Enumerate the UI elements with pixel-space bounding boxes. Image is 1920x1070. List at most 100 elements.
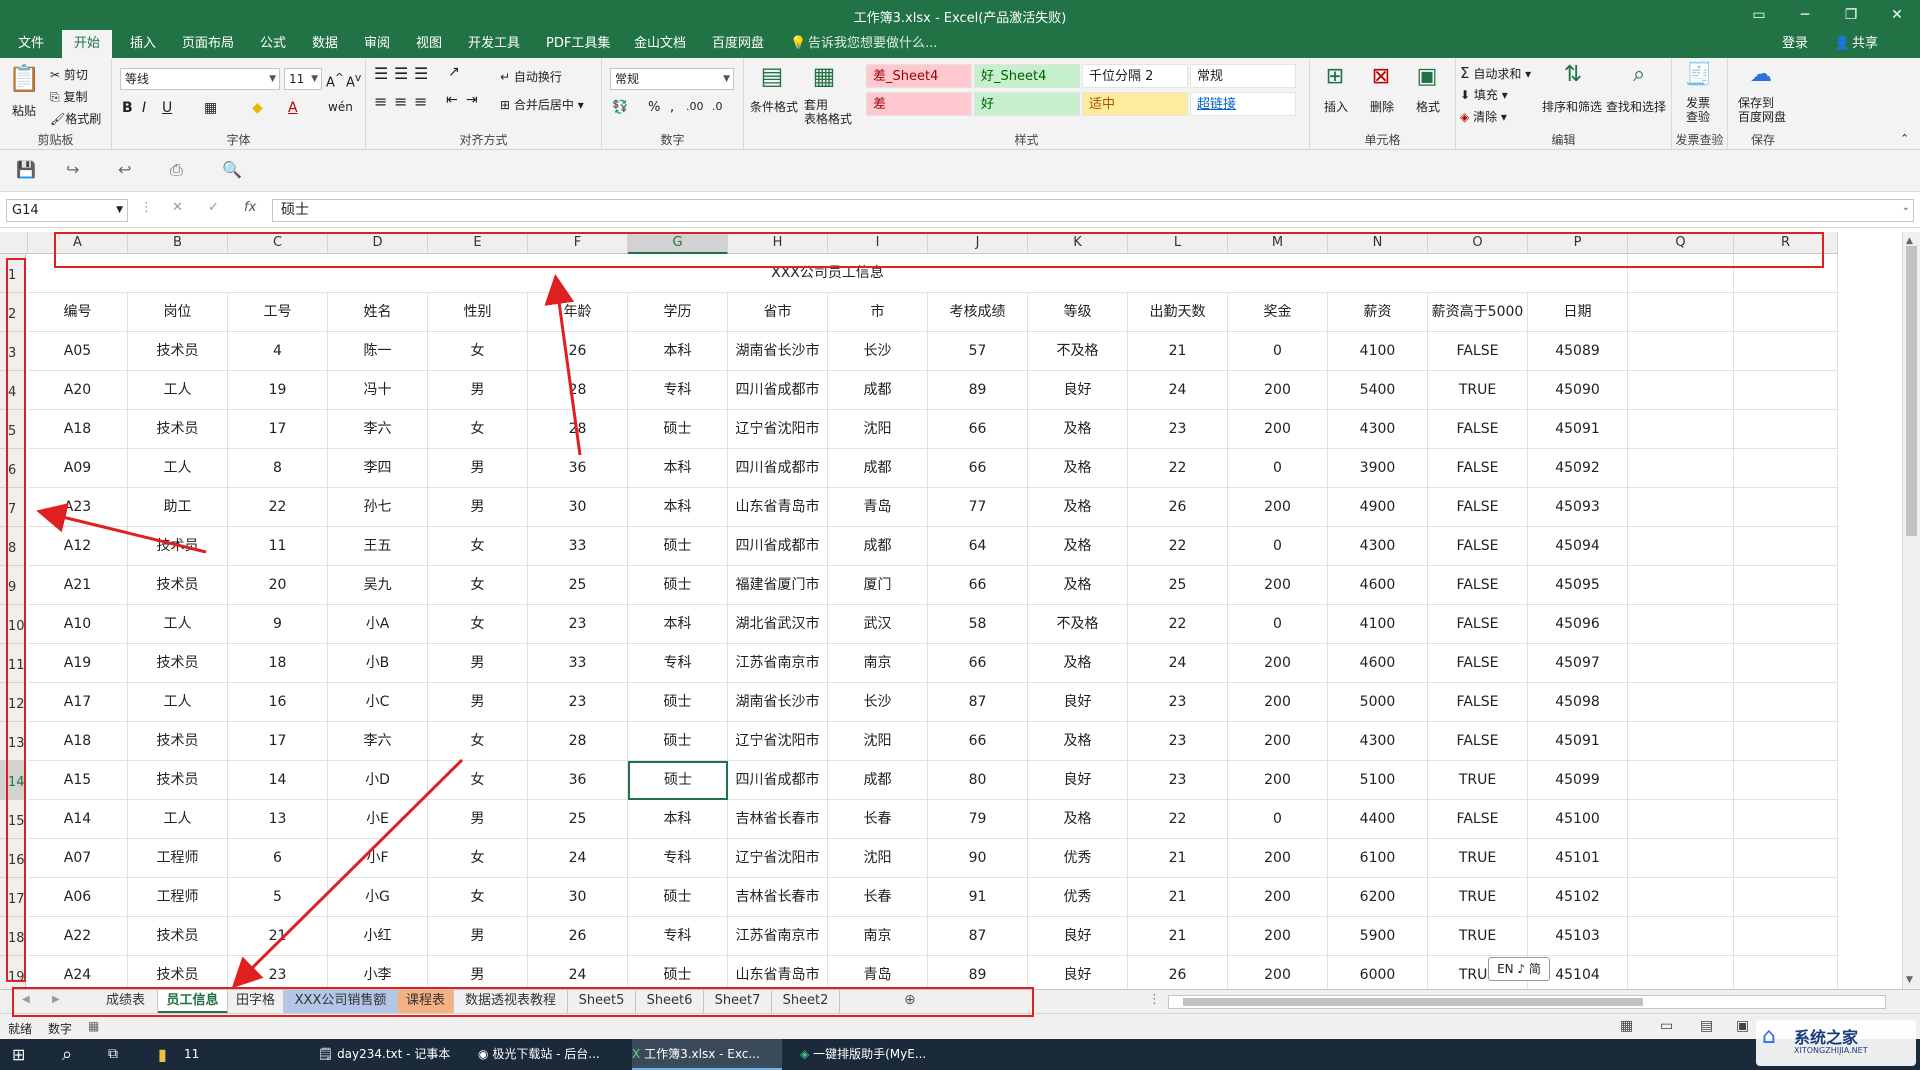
table-cell[interactable]: 26 (1128, 488, 1228, 527)
table-cell[interactable]: 4400 (1328, 800, 1428, 839)
cell[interactable] (1628, 683, 1734, 722)
table-cell[interactable]: 36 (528, 761, 628, 800)
table-cell[interactable]: 45093 (1528, 488, 1628, 527)
table-cell[interactable]: 17 (228, 410, 328, 449)
tab-wps-docs[interactable]: 金山文档 (622, 30, 698, 58)
table-cell[interactable]: 及格 (1028, 488, 1128, 527)
table-cell[interactable]: 成都 (828, 449, 928, 488)
table-cell[interactable]: 女 (428, 527, 528, 566)
table-cell[interactable]: 23 (228, 956, 328, 989)
table-cell[interactable]: 技术员 (128, 566, 228, 605)
table-header-cell[interactable]: 考核成绩 (928, 293, 1028, 332)
table-cell[interactable]: 66 (928, 566, 1028, 605)
cell[interactable] (1628, 566, 1734, 605)
table-cell[interactable]: 23 (528, 683, 628, 722)
table-cell[interactable]: 不及格 (1028, 605, 1128, 644)
table-cell[interactable]: 李四 (328, 449, 428, 488)
table-cell[interactable]: 200 (1228, 683, 1328, 722)
table-cell[interactable]: 技术员 (128, 527, 228, 566)
table-cell[interactable]: 湖北省武汉市 (728, 605, 828, 644)
cell[interactable] (1734, 488, 1838, 527)
login-link[interactable]: 登录 (1782, 30, 1808, 58)
table-cell[interactable]: 25 (528, 566, 628, 605)
table-header-cell[interactable]: 薪资 (1328, 293, 1428, 332)
table-cell[interactable]: 45098 (1528, 683, 1628, 722)
scroll-up-icon[interactable]: ▲ (1906, 236, 1913, 246)
table-cell[interactable]: 长春 (828, 878, 928, 917)
align-bottom-icon[interactable]: ☰ (414, 64, 428, 83)
cancel-icon[interactable]: ✕ (172, 200, 183, 215)
table-cell[interactable]: 0 (1228, 449, 1328, 488)
format-button[interactable]: 格式 (1416, 98, 1440, 115)
table-cell[interactable]: 技术员 (128, 722, 228, 761)
table-cell[interactable]: 22 (1128, 605, 1228, 644)
table-cell[interactable]: 小A (328, 605, 428, 644)
table-cell[interactable]: 11 (228, 527, 328, 566)
table-cell[interactable]: A23 (28, 488, 128, 527)
table-cell[interactable]: 福建省厦门市 (728, 566, 828, 605)
cell[interactable] (1734, 839, 1838, 878)
table-cell[interactable]: 17 (228, 722, 328, 761)
table-cell[interactable]: A10 (28, 605, 128, 644)
table-cell[interactable]: FALSE (1428, 800, 1528, 839)
table-cell[interactable]: 李六 (328, 410, 428, 449)
delete-cells-icon[interactable]: ⊠ (1366, 64, 1396, 89)
table-cell[interactable]: 男 (428, 683, 528, 722)
restore-icon[interactable]: ❐ (1828, 0, 1874, 30)
table-cell[interactable]: 90 (928, 839, 1028, 878)
table-header-cell[interactable]: 市 (828, 293, 928, 332)
cell-style-4[interactable]: 常规 (1190, 64, 1296, 88)
table-cell[interactable]: 成都 (828, 761, 928, 800)
table-cell[interactable]: 硕士 (628, 956, 728, 989)
page-break-view-icon[interactable]: ▤ (1700, 1018, 1713, 1034)
cell[interactable] (1734, 371, 1838, 410)
decrease-indent-icon[interactable]: ⇤ (446, 92, 458, 108)
table-cell[interactable]: 女 (428, 722, 528, 761)
table-cell[interactable]: 王五 (328, 527, 428, 566)
table-cell[interactable]: 本科 (628, 332, 728, 371)
table-cell[interactable]: A18 (28, 722, 128, 761)
cell[interactable] (1628, 761, 1734, 800)
orientation-icon[interactable]: ↗ (448, 64, 460, 80)
table-header-cell[interactable]: 出勤天数 (1128, 293, 1228, 332)
table-cell[interactable]: 技术员 (128, 644, 228, 683)
tab-view[interactable]: 视图 (404, 30, 454, 58)
insert-button[interactable]: 插入 (1324, 98, 1348, 115)
table-cell[interactable]: 8 (228, 449, 328, 488)
table-cell[interactable]: 5100 (1328, 761, 1428, 800)
cell-style-5[interactable]: 差 (866, 92, 972, 116)
table-cell[interactable]: 45099 (1528, 761, 1628, 800)
table-cell[interactable]: A15 (28, 761, 128, 800)
table-cell[interactable]: 21 (1128, 839, 1228, 878)
zoom-out-icon[interactable]: ▣ (1736, 1018, 1749, 1034)
font-name-select[interactable]: 等线 ▼ (120, 68, 280, 90)
table-cell[interactable]: 79 (928, 800, 1028, 839)
table-cell[interactable]: 武汉 (828, 605, 928, 644)
table-cell[interactable]: 4 (228, 332, 328, 371)
cell[interactable] (1628, 410, 1734, 449)
table-cell[interactable]: 45089 (1528, 332, 1628, 371)
ribbon-display-icon[interactable]: ▭ (1736, 0, 1782, 30)
table-cell[interactable]: 66 (928, 722, 1028, 761)
table-cell[interactable]: 本科 (628, 488, 728, 527)
cell[interactable] (1734, 527, 1838, 566)
table-cell[interactable]: 孙七 (328, 488, 428, 527)
table-cell[interactable]: A19 (28, 644, 128, 683)
table-cell[interactable]: 小C (328, 683, 428, 722)
table-cell[interactable]: 45103 (1528, 917, 1628, 956)
active-cell[interactable]: 硕士 (628, 761, 728, 800)
table-cell[interactable]: 小E (328, 800, 428, 839)
table-cell[interactable]: 李六 (328, 722, 428, 761)
tab-pdf[interactable]: PDF工具集 (534, 30, 622, 58)
table-header-cell[interactable]: 日期 (1528, 293, 1628, 332)
table-cell[interactable]: 22 (1128, 800, 1228, 839)
cell-style-6[interactable]: 好 (974, 92, 1080, 116)
table-cell[interactable]: 45102 (1528, 878, 1628, 917)
table-header-cell[interactable]: 奖金 (1228, 293, 1328, 332)
table-header-cell[interactable]: 薪资高于5000 (1428, 293, 1528, 332)
table-cell[interactable]: 沈阳 (828, 410, 928, 449)
table-cell[interactable]: FALSE (1428, 605, 1528, 644)
table-cell[interactable]: 及格 (1028, 527, 1128, 566)
table-cell[interactable]: 87 (928, 917, 1028, 956)
font-color-icon[interactable]: A (288, 100, 298, 116)
